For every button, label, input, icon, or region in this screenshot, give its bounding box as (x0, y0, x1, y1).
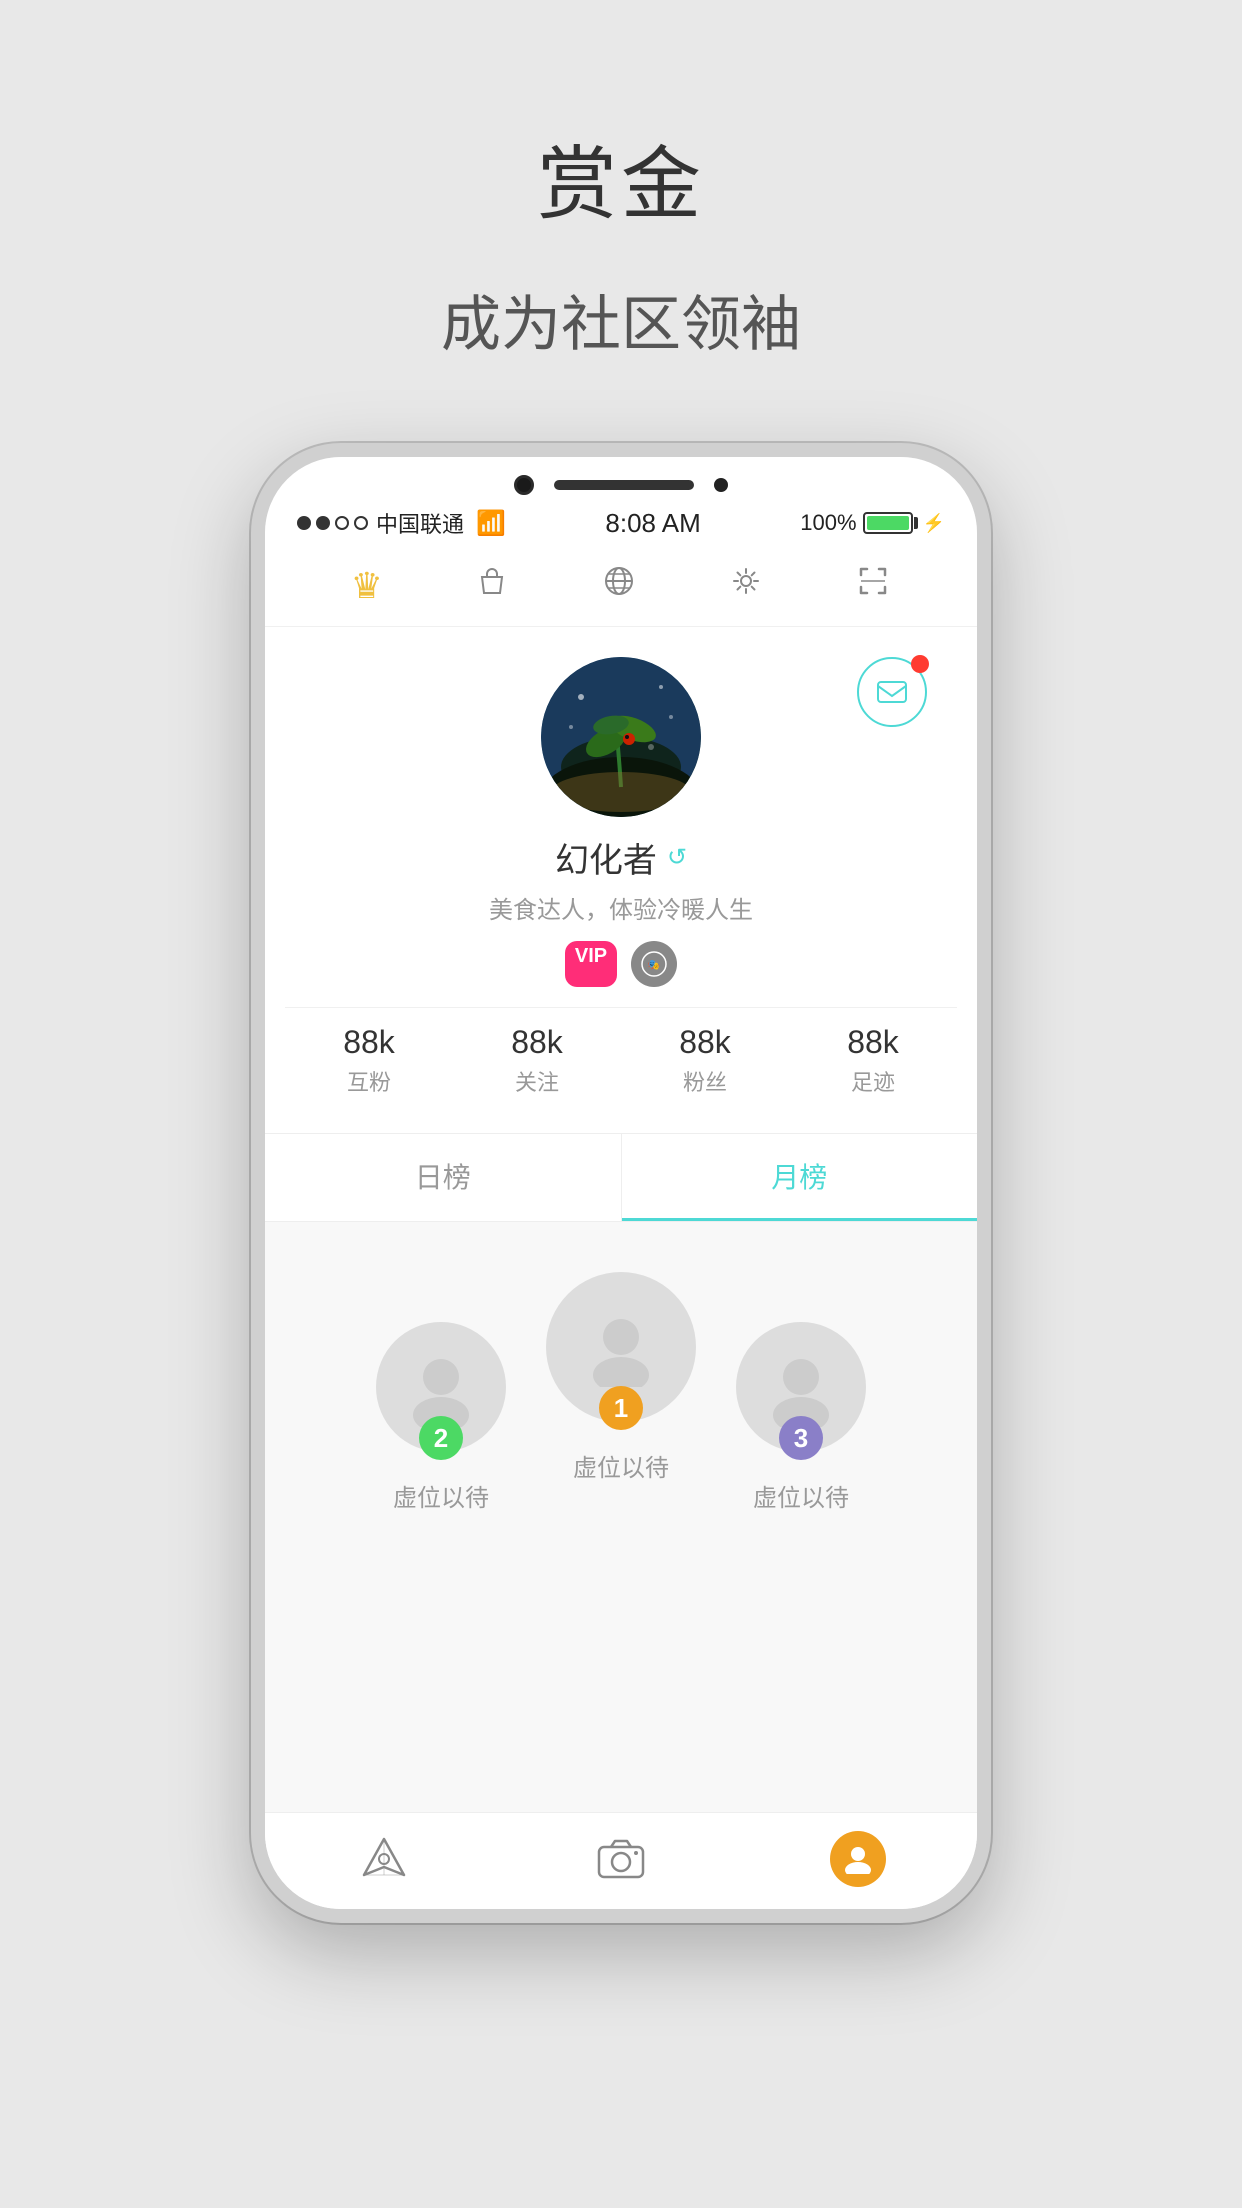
rank-badge-2: 2 (419, 1416, 463, 1460)
stat-footprint-value: 88k (847, 1024, 899, 1061)
nav-crown-icon[interactable]: ♛ (351, 565, 383, 607)
vip-badge: VIP (565, 941, 617, 987)
phone-dot (714, 478, 728, 492)
podium-item-1: 1 虚位以待 (546, 1272, 696, 1483)
svg-text:🎭: 🎭 (648, 959, 660, 971)
battery-bar (863, 512, 913, 534)
stat-fans-value: 88k (679, 1024, 731, 1061)
stat-mutual-value: 88k (343, 1024, 395, 1061)
stat-mutual[interactable]: 88k 互粉 (343, 1024, 395, 1097)
nav-bag-icon[interactable] (474, 563, 510, 608)
signal-dot-4 (354, 516, 368, 530)
podium-item-2: 2 虚位以待 (376, 1322, 506, 1513)
status-bar: 中国联通 📶 8:08 AM 100% ⚡ (265, 499, 977, 545)
edit-icon[interactable]: ↺ (667, 843, 687, 872)
stat-following-value: 88k (511, 1024, 563, 1061)
wifi-icon: 📶 (476, 509, 506, 538)
avatar (541, 657, 701, 817)
nav-icons: ♛ (265, 545, 977, 627)
stat-following[interactable]: 88k 关注 (511, 1024, 563, 1097)
carrier-text: 中国联通 (376, 507, 464, 539)
phone-top (265, 457, 977, 499)
stat-following-label: 关注 (515, 1065, 559, 1097)
bottom-tab-profile[interactable] (740, 1829, 977, 1889)
stats-row: 88k 互粉 88k 关注 88k 粉丝 88k 足迹 (285, 1007, 957, 1113)
camera-icon (591, 1829, 651, 1889)
stat-footprint-label: 足迹 (851, 1065, 895, 1097)
battery-bolt-icon: ⚡ (923, 513, 945, 534)
phone-shell: 中国联通 📶 8:08 AM 100% ⚡ ♛ (251, 443, 991, 1923)
explore-icon (354, 1829, 414, 1889)
podium: 2 虚位以待 1 虚位以待 (285, 1272, 957, 1513)
rank-badge-1: 1 (599, 1386, 643, 1430)
profile-tab-icon-container (828, 1829, 888, 1889)
background-subtitle: 成为社区领袖 (441, 276, 801, 363)
background-title: 赏金 (537, 120, 705, 236)
signal-dot-1 (297, 516, 311, 530)
username-row: 幻化者 ↺ (555, 833, 687, 882)
bottom-bar (265, 1812, 977, 1909)
phone-camera-dot (514, 475, 534, 495)
profile-section: 幻化者 ↺ 美食达人，体验冷暖人生 VIP 🎭 88k 互粉 (265, 627, 977, 1133)
leaderboard: 2 虚位以待 1 虚位以待 (265, 1222, 977, 1812)
tab-daily[interactable]: 日榜 (265, 1134, 622, 1221)
message-button[interactable] (857, 657, 927, 727)
tab-monthly[interactable]: 月榜 (622, 1134, 978, 1221)
nav-globe-icon[interactable] (601, 563, 637, 608)
bio: 美食达人，体验冷暖人生 (489, 890, 753, 925)
podium-item-3: 3 虚位以待 (736, 1322, 866, 1513)
profile-tab-icon (830, 1831, 886, 1887)
stat-fans-label: 粉丝 (683, 1065, 727, 1097)
nav-gear-icon[interactable] (728, 563, 764, 608)
signal-dot-3 (335, 516, 349, 530)
phone-speaker (554, 480, 694, 490)
signal-dot-2 (316, 516, 330, 530)
rank-badge-3: 3 (779, 1416, 823, 1460)
nav-scan-icon[interactable] (855, 563, 891, 608)
battery-fill (867, 516, 909, 530)
message-badge (911, 655, 929, 673)
podium-avatar-2: 2 (376, 1322, 506, 1452)
podium-name-1: 虚位以待 (573, 1448, 669, 1483)
stat-fans[interactable]: 88k 粉丝 (679, 1024, 731, 1097)
battery-text: 100% (800, 510, 856, 536)
tabs-row: 日榜 月榜 (265, 1133, 977, 1222)
podium-name-3: 虚位以待 (753, 1478, 849, 1513)
level-badge: 🎭 (631, 941, 677, 987)
stat-mutual-label: 互粉 (347, 1065, 391, 1097)
podium-avatar-3: 3 (736, 1322, 866, 1452)
bottom-tab-camera[interactable] (502, 1829, 739, 1889)
app-content: ♛ (265, 545, 977, 1909)
status-time: 8:08 AM (605, 508, 700, 539)
podium-avatar-1: 1 (546, 1272, 696, 1422)
username: 幻化者 (555, 833, 657, 882)
badges-row: VIP 🎭 (565, 941, 677, 987)
bottom-tab-explore[interactable] (265, 1829, 502, 1889)
podium-name-2: 虚位以待 (393, 1478, 489, 1513)
stat-footprint[interactable]: 88k 足迹 (847, 1024, 899, 1097)
